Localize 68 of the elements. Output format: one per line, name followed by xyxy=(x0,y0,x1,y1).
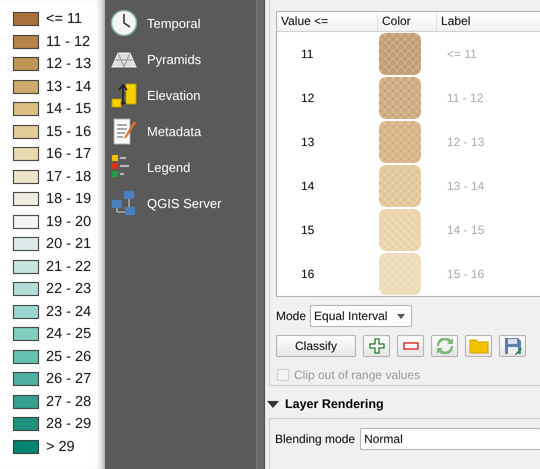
legend-label: 17 - 18 xyxy=(46,168,92,185)
elevation-icon xyxy=(110,81,138,109)
scrollbar[interactable] xyxy=(256,0,264,469)
legend-label: 23 - 24 xyxy=(46,304,92,320)
sidebar-item[interactable]: Metadata xyxy=(110,113,256,149)
label-cell-text: 13 - 14 xyxy=(446,179,484,193)
color-swatch[interactable] xyxy=(379,33,421,75)
remove-class-button[interactable] xyxy=(397,335,424,357)
label-cell-text: 14 - 15 xyxy=(446,223,484,237)
legend-label: 12 - 13 xyxy=(46,56,92,72)
sidebar-item[interactable]: Temporal xyxy=(110,5,256,41)
value-cell-text: 16 xyxy=(300,267,316,281)
legend-label: 18 - 19 xyxy=(46,191,92,208)
clip-label: Clip out of range values xyxy=(294,368,420,382)
minus-icon xyxy=(402,342,418,350)
legend-label: 27 - 28 xyxy=(46,394,92,410)
plus-icon xyxy=(368,338,384,354)
legend-label: 16 - 17 xyxy=(46,146,92,162)
sidebar-item[interactable]: QGIS Server xyxy=(110,185,256,221)
clock-icon xyxy=(110,9,138,37)
legend-label: 28 - 29 xyxy=(46,416,92,432)
add-class-button[interactable] xyxy=(363,335,390,357)
legend-label: 11 - 12 xyxy=(46,34,90,50)
value-cell-text: 15 xyxy=(300,223,316,237)
mode-dropdown[interactable]: Equal Interval xyxy=(310,305,412,327)
label-cell-text: 12 - 13 xyxy=(446,135,484,149)
legend-label: 19 - 20 xyxy=(46,214,92,230)
sidebar-item[interactable]: Legend xyxy=(110,149,256,185)
legend-label: 13 - 14 xyxy=(46,78,92,95)
invert-button[interactable] xyxy=(431,335,458,357)
blending-mode-dropdown[interactable]: Normal xyxy=(360,428,540,450)
label-cell-text: 11 - 12 xyxy=(446,91,484,105)
legend-label: 15 - 16 xyxy=(46,124,92,140)
mode-label: Mode xyxy=(276,309,306,323)
column-header[interactable]: Label xyxy=(437,12,540,31)
color-swatch[interactable] xyxy=(379,77,421,119)
value-cell-text: 14 xyxy=(300,179,316,193)
legend-label: 25 - 26 xyxy=(46,348,92,365)
legend-label: 20 - 21 xyxy=(46,236,92,252)
color-swatch[interactable] xyxy=(379,209,421,251)
value-cell-text: 11 xyxy=(300,47,314,61)
column-header[interactable]: Color xyxy=(378,12,437,31)
network-computers-icon xyxy=(110,189,138,217)
color-swatch[interactable] xyxy=(379,121,421,163)
sidebar-item[interactable]: Elevation xyxy=(110,77,256,113)
column-header[interactable]: Value <= xyxy=(277,12,378,31)
classify-button[interactable]: Classify xyxy=(276,335,356,357)
legend-label: <= 11 xyxy=(46,11,82,28)
legend-label: 21 - 22 xyxy=(46,258,92,275)
legend-label: 14 - 15 xyxy=(46,101,92,118)
color-swatch[interactable] xyxy=(379,165,421,207)
legend-label: > 29 xyxy=(46,438,75,455)
section-title[interactable]: Layer Rendering xyxy=(285,397,384,411)
expand-triangle-icon[interactable] xyxy=(267,400,279,408)
blending-mode-label: Blending mode xyxy=(275,432,356,446)
load-button[interactable] xyxy=(465,335,492,357)
legend-label: 24 - 25 xyxy=(46,326,92,342)
value-cell-text: 13 xyxy=(300,135,316,149)
label-cell-text: <= 11 xyxy=(446,47,477,61)
circular-arrows-icon xyxy=(436,338,454,354)
value-cell-text: 12 xyxy=(300,91,316,105)
folder-icon xyxy=(468,338,488,354)
save-button[interactable] xyxy=(499,335,526,357)
legend-label: 22 - 23 xyxy=(46,281,92,298)
color-swatch[interactable] xyxy=(379,253,421,295)
sidebar-item[interactable]: Pyramids xyxy=(110,41,256,77)
legend-label: 26 - 27 xyxy=(46,371,92,388)
label-cell-text: 15 - 16 xyxy=(446,267,484,281)
